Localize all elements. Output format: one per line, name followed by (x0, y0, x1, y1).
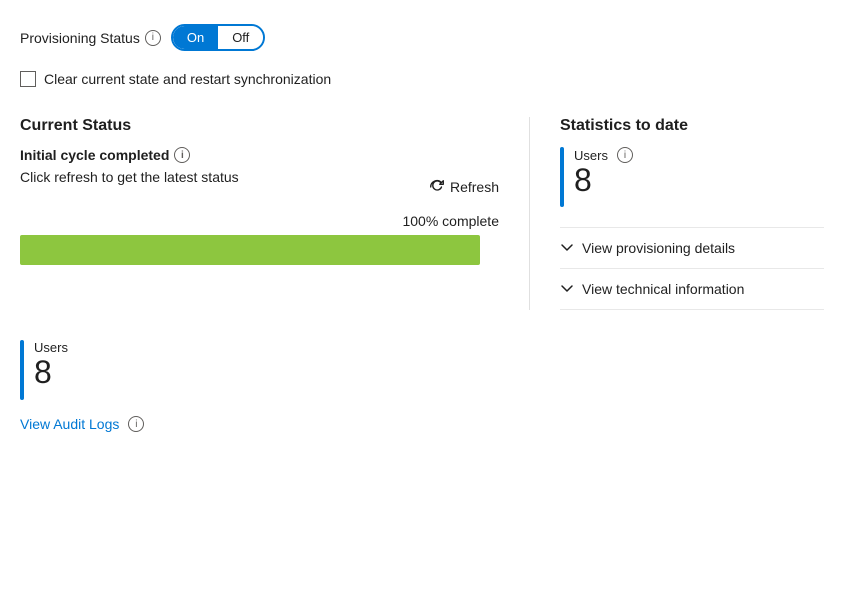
provisioning-details-label: View provisioning details (582, 240, 735, 256)
audit-logs-label: View Audit Logs (20, 416, 119, 432)
left-column: Current Status Initial cycle completed i… (20, 117, 530, 310)
users-content: Users i 8 (574, 147, 633, 198)
provisioning-status-row: Provisioning Status i On Off (20, 24, 824, 51)
right-column: Statistics to date Users i 8 View provis… (530, 117, 824, 310)
users-info-icon[interactable]: i (617, 147, 633, 163)
bottom-users-count: 8 (34, 355, 68, 390)
clear-state-label: Clear current state and restart synchron… (44, 71, 331, 87)
cycle-status-label: Initial cycle completed i (20, 147, 499, 163)
bottom-users-bar-indicator (20, 340, 24, 400)
refresh-button[interactable]: Refresh (428, 178, 499, 196)
status-description: Click refresh to get the latest status (20, 169, 239, 185)
provisioning-info-icon[interactable]: i (145, 30, 161, 46)
progress-bar (20, 235, 480, 265)
provisioning-details-chevron-icon (560, 241, 574, 255)
users-label: Users i (574, 147, 633, 163)
view-provisioning-details-row[interactable]: View provisioning details (560, 227, 824, 268)
current-status-title: Current Status (20, 117, 499, 135)
clear-state-row[interactable]: Clear current state and restart synchron… (20, 71, 824, 87)
statistics-users-section: Users i 8 (560, 147, 824, 207)
toggle-on-option[interactable]: On (173, 26, 218, 49)
bottom-section: Users 8 View Audit Logs i (20, 340, 824, 432)
progress-label: 100% complete (20, 213, 499, 229)
refresh-label: Refresh (450, 179, 499, 195)
statistics-title: Statistics to date (560, 117, 824, 135)
cycle-info-icon[interactable]: i (174, 147, 190, 163)
technical-info-chevron-icon (560, 282, 574, 296)
view-audit-logs-link[interactable]: View Audit Logs i (20, 416, 824, 432)
provisioning-toggle[interactable]: On Off (171, 24, 265, 51)
users-count: 8 (574, 163, 633, 198)
toggle-off-option[interactable]: Off (218, 26, 263, 49)
bottom-users-content: Users 8 (34, 340, 68, 390)
clear-state-checkbox[interactable] (20, 71, 36, 87)
view-technical-info-row[interactable]: View technical information (560, 268, 824, 310)
refresh-icon (428, 178, 446, 196)
bottom-users-section: Users 8 (20, 340, 824, 400)
main-layout: Current Status Initial cycle completed i… (20, 117, 824, 310)
technical-info-label: View technical information (582, 281, 744, 297)
users-bar-indicator (560, 147, 564, 207)
audit-logs-info-icon[interactable]: i (128, 416, 144, 432)
bottom-users-label: Users (34, 340, 68, 355)
provisioning-status-label: Provisioning Status (20, 30, 140, 46)
